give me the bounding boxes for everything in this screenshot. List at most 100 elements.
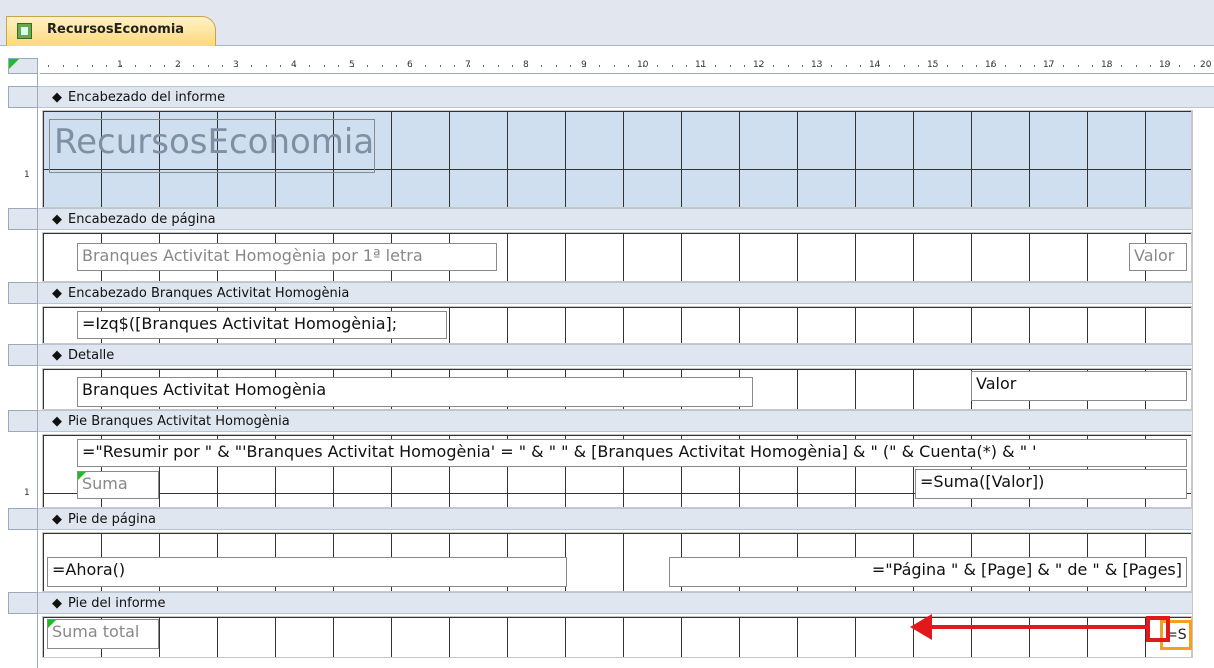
ruler-tick	[251, 65, 252, 67]
ruler-tick	[1193, 65, 1195, 67]
horizontal-ruler[interactable]: 1 2 3 4 5 6 7 8 9 10 11 12 13 14 15 16 1…	[40, 58, 1214, 74]
ruler-tick	[483, 65, 484, 67]
ruler-tick	[512, 65, 513, 67]
ruler-tick	[48, 65, 49, 67]
ruler-tick	[222, 65, 223, 67]
annotation-highlight-box	[1146, 616, 1170, 642]
collapse-arrow-icon: ◆	[52, 90, 62, 105]
section-page-footer[interactable]: =Ahora() ="Página " & [Page] & " de " & …	[42, 532, 1192, 592]
ruler-tick	[700, 65, 702, 67]
vruler-mark: 1	[24, 488, 30, 498]
section-detail[interactable]: Branques Activitat Homogènia Valor	[42, 368, 1192, 410]
section-page-header[interactable]: Branques Activitat Homogènia por 1ª letr…	[42, 232, 1192, 282]
band-report-footer[interactable]: ◆ Pie del informe	[38, 592, 1214, 614]
sum-value-textbox[interactable]: =Suma([Valor])	[915, 469, 1187, 499]
summary-expression-textbox[interactable]: ="Resumir por " & "'Branques Activitat H…	[77, 439, 1187, 467]
band-selector-detail[interactable]	[8, 344, 38, 366]
band-selector-page-header[interactable]	[8, 208, 38, 230]
ruler-tick	[280, 65, 281, 67]
ruler-tick	[468, 65, 470, 67]
band-selector-group-footer[interactable]	[8, 410, 38, 432]
ruler-tick	[338, 65, 339, 67]
ruler-tick	[77, 65, 78, 67]
left-function-textbox[interactable]: =Izq$([Branques Activitat Homogènia];	[77, 311, 447, 339]
ruler-number: 20	[1200, 60, 1212, 70]
ruler-tick	[773, 65, 774, 67]
sum-label[interactable]: Suma	[77, 471, 159, 499]
value-header-label[interactable]: Valor	[1129, 243, 1187, 271]
ruler-tick	[497, 65, 499, 67]
ruler-tick	[352, 65, 354, 67]
ruler-tick	[961, 65, 963, 67]
ruler-tick	[628, 65, 629, 67]
band-group-footer[interactable]: ◆ Pie Branques Activitat Homogènia	[38, 410, 1214, 432]
ruler-tick	[1034, 65, 1035, 67]
band-selector-report-footer[interactable]	[8, 592, 38, 614]
ruler-tick	[135, 65, 136, 67]
collapse-arrow-icon: ◆	[52, 414, 62, 429]
tab-label: RecursosEconomia	[47, 22, 185, 37]
section-report-footer[interactable]: Suma total	[42, 616, 1192, 658]
ruler-tick	[831, 65, 832, 67]
band-title: Pie del informe	[68, 596, 166, 611]
ruler-tick	[584, 65, 586, 67]
ruler-tick	[874, 65, 876, 67]
ruler-tick	[323, 65, 325, 67]
ruler-tick	[1208, 65, 1209, 67]
vertical-ruler[interactable]: 1 1	[20, 74, 38, 668]
ruler-tick	[845, 65, 847, 67]
ruler-tick	[932, 65, 934, 67]
ruler-tick	[1048, 65, 1050, 67]
band-page-footer[interactable]: ◆ Pie de página	[38, 508, 1214, 530]
ruler-tick	[686, 65, 687, 67]
ruler-tick	[671, 65, 673, 67]
section-group-header[interactable]: =Izq$([Branques Activitat Homogènia];	[42, 306, 1192, 344]
collapse-arrow-icon: ◆	[52, 212, 62, 227]
ruler-tick	[149, 65, 151, 67]
branch-first-letter-label[interactable]: Branques Activitat Homogènia por 1ª letr…	[77, 243, 497, 271]
ruler-tick	[1092, 65, 1093, 67]
ruler-tick	[1179, 65, 1180, 67]
ruler-tick	[570, 65, 571, 67]
ruler-tick	[1077, 65, 1079, 67]
ruler-tick	[1150, 65, 1151, 67]
band-report-header[interactable]: ◆ Encabezado del informe	[38, 86, 1214, 108]
ruler-tick	[164, 65, 165, 67]
value-field-textbox[interactable]: Valor	[971, 371, 1187, 401]
band-title: Pie Branques Activitat Homogènia	[68, 414, 290, 429]
section-report-header[interactable]: RecursosEconomia	[42, 110, 1192, 208]
band-selector-group-header[interactable]	[8, 282, 38, 304]
branch-field-textbox[interactable]: Branques Activitat Homogènia	[77, 377, 753, 407]
ruler-tick	[265, 65, 267, 67]
ruler-tick	[657, 65, 658, 67]
now-textbox[interactable]: =Ahora()	[47, 557, 567, 587]
section-group-footer[interactable]: ="Resumir por " & "'Branques Activitat H…	[42, 434, 1192, 508]
ruler-tick	[947, 65, 948, 67]
band-selector-page-footer[interactable]	[8, 508, 38, 530]
ruler-tick	[62, 65, 64, 67]
ruler-tick	[1063, 65, 1064, 67]
ruler-tick	[599, 65, 600, 67]
ruler-tick	[541, 65, 542, 67]
page-number-textbox[interactable]: ="Página " & [Page] & " de " & [Pages]	[669, 557, 1187, 587]
ruler-tick	[367, 65, 368, 67]
band-page-header[interactable]: ◆ Encabezado de página	[38, 208, 1214, 230]
collapse-arrow-icon: ◆	[52, 286, 62, 301]
report-selector[interactable]	[8, 58, 38, 74]
total-sum-label[interactable]: Suma total	[47, 619, 159, 649]
ruler-tick	[1164, 65, 1166, 67]
ruler-tick	[758, 65, 760, 67]
tab-recursoseconomia[interactable]: RecursosEconomia	[6, 16, 216, 46]
band-group-header[interactable]: ◆ Encabezado Branques Activitat Homogènia	[38, 282, 1214, 304]
ruler-tick	[802, 65, 803, 67]
ruler-tick	[889, 65, 890, 67]
ruler-tick	[178, 65, 180, 67]
band-title: Encabezado Branques Activitat Homogènia	[68, 286, 350, 301]
ruler-tick	[120, 65, 122, 67]
ruler-tick	[91, 65, 93, 67]
band-selector-report-header[interactable]	[8, 86, 38, 108]
ruler-tick	[1135, 65, 1137, 67]
band-detail[interactable]: ◆ Detalle	[38, 344, 1214, 366]
report-title-label[interactable]: RecursosEconomia	[49, 119, 375, 173]
ruler-tick	[454, 65, 455, 67]
